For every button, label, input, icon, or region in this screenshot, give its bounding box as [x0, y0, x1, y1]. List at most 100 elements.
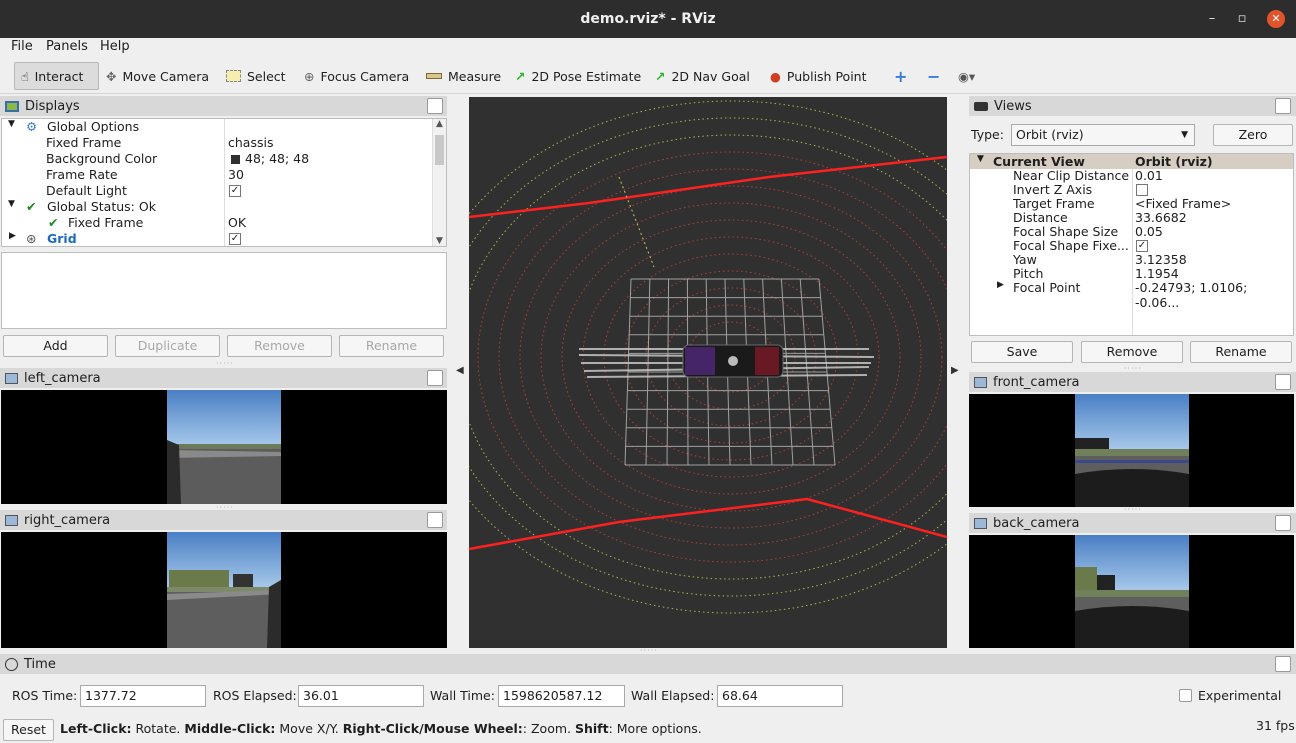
front-camera-float-checkbox[interactable] — [1275, 374, 1291, 390]
front-camera-view[interactable] — [969, 394, 1294, 507]
save-view-button[interactable]: Save — [971, 341, 1073, 363]
zero-button[interactable]: Zero — [1213, 124, 1293, 146]
tree-row-grid[interactable]: ▶ ⊛ Grid ✓ — [2, 231, 446, 247]
collapsed-icon[interactable]: ▶ — [9, 231, 16, 241]
displays-description-box — [1, 252, 447, 329]
row-value[interactable]: 0.01 — [1135, 168, 1163, 183]
wall-elapsed-field[interactable]: 68.64 — [717, 685, 843, 707]
tree-row-default-light[interactable]: Default Light ✓ — [2, 183, 446, 199]
expand-icon[interactable]: ▼ — [977, 154, 984, 164]
publish-point-tool[interactable]: ● Publish Point — [764, 62, 873, 90]
pose-estimate-label: 2D Pose Estimate — [531, 68, 642, 84]
right-camera-view[interactable] — [1, 532, 447, 648]
row-value[interactable]: chassis — [228, 135, 273, 150]
focus-camera-tool[interactable]: ⊕ Focus Camera — [298, 62, 415, 90]
tree-row-fixed-frame[interactable]: Fixed Frame chassis — [2, 135, 446, 151]
time-float-checkbox[interactable] — [1275, 656, 1291, 672]
row-value[interactable]: 33.6682 — [1135, 210, 1187, 225]
row-key: Background Color — [46, 151, 158, 166]
right-camera-float-checkbox[interactable] — [427, 512, 443, 528]
collapse-right-icon[interactable]: ▶ — [951, 365, 959, 376]
back-camera-view[interactable] — [969, 535, 1294, 648]
views-float-checkbox[interactable] — [1275, 98, 1291, 114]
add-display-button[interactable]: Add — [3, 335, 108, 357]
move-camera-tool[interactable]: ✥ Move Camera — [100, 62, 215, 90]
remove-view-button[interactable]: Remove — [1081, 341, 1183, 363]
remove-display-button[interactable]: Remove — [227, 335, 332, 357]
menu-panels[interactable]: Panels — [46, 39, 88, 54]
front-camera-header: front_camera — [969, 372, 1296, 392]
select-tool[interactable]: Select — [220, 62, 292, 90]
minimize-icon[interactable]: – — [1203, 10, 1221, 28]
row-value[interactable]: 30 — [228, 167, 244, 182]
row-value[interactable]: 48; 48; 48 — [245, 151, 309, 166]
maximize-icon[interactable]: ▫ — [1233, 10, 1251, 28]
tree-row-frame-rate[interactable]: Frame Rate 30 — [2, 167, 446, 183]
expand-icon[interactable]: ▼ — [8, 119, 15, 129]
ros-time-field[interactable]: 1377.72 — [80, 685, 206, 707]
remove-tool-icon[interactable]: − — [921, 62, 946, 90]
row-value[interactable]: <Fixed Frame> — [1135, 196, 1231, 211]
view-type-select[interactable]: Orbit (rviz) ▼ — [1011, 124, 1195, 146]
front-camera-title: front_camera — [993, 374, 1080, 390]
pose-estimate-tool[interactable]: ↗ 2D Pose Estimate — [509, 62, 647, 90]
default-light-checkbox[interactable]: ✓ — [229, 185, 241, 197]
displays-title: Displays — [25, 98, 80, 114]
measure-tool[interactable]: Measure — [420, 62, 507, 90]
rename-display-button[interactable]: Rename — [339, 335, 444, 357]
ros-elapsed-field[interactable]: 36.01 — [298, 685, 424, 707]
right-camera-title: right_camera — [24, 512, 111, 528]
fps-counter: 31 fps — [1256, 718, 1295, 733]
row-key: Fixed Frame — [68, 215, 144, 230]
menu-help[interactable]: Help — [100, 39, 130, 54]
row-value[interactable]: -0.24793; 1.0106; -0.06... — [1135, 280, 1293, 310]
back-camera-float-checkbox[interactable] — [1275, 515, 1291, 531]
views-panel-header: Views — [969, 96, 1296, 116]
row-key: Focal Shape Size — [1013, 224, 1119, 239]
row-value: Orbit (rviz) — [1135, 154, 1213, 169]
focal-fixed-checkbox[interactable]: ✓ — [1136, 240, 1148, 252]
row-value[interactable]: 1.1954 — [1135, 266, 1179, 281]
eye-icon[interactable]: ◉▾ — [952, 62, 981, 90]
render-viewport[interactable] — [469, 97, 947, 648]
collapsed-icon[interactable]: ▶ — [997, 280, 1004, 290]
left-camera-float-checkbox[interactable] — [427, 370, 443, 386]
rename-view-button[interactable]: Rename — [1190, 341, 1292, 363]
collapse-left-icon[interactable]: ◀ — [456, 365, 464, 376]
close-icon[interactable]: ✕ — [1267, 10, 1285, 28]
splitter-handle[interactable]: ····· — [216, 359, 234, 368]
chevron-down-icon: ▼ — [1181, 130, 1188, 140]
tree-row-focal-point[interactable]: ▶ Focal Point -0.24793; 1.0106; -0.06... — [970, 280, 1293, 310]
left-camera-image — [167, 390, 281, 504]
add-tool-icon[interactable]: + — [888, 62, 913, 90]
row-key: Target Frame — [1013, 196, 1095, 211]
menu-file[interactable]: File — [11, 39, 33, 54]
expand-icon[interactable]: ▼ — [8, 199, 15, 209]
grid-enabled-checkbox[interactable]: ✓ — [229, 233, 241, 245]
interact-tool[interactable]: ☝ Interact — [14, 62, 99, 90]
tree-row-global-status[interactable]: ▼ ✔ Global Status: Ok — [2, 199, 446, 215]
focus-icon: ⊕ — [304, 68, 315, 84]
hint-text: Rotate. — [131, 721, 185, 736]
nav-goal-tool[interactable]: ↗ 2D Nav Goal — [649, 62, 756, 90]
tree-row-background-color[interactable]: Background Color 48; 48; 48 — [2, 151, 446, 167]
tree-row-status-fixed-frame[interactable]: ✔ Fixed Frame OK — [2, 215, 446, 231]
duplicate-display-button[interactable]: Duplicate — [115, 335, 220, 357]
toolbar: ☝ Interact ✥ Move Camera Select ⊕ Focus Cam… — [0, 58, 1296, 94]
displays-float-checkbox[interactable] — [427, 98, 443, 114]
nav-goal-label: 2D Nav Goal — [671, 68, 750, 84]
wall-time-field[interactable]: 1598620587.12 — [498, 685, 625, 707]
left-camera-view[interactable] — [1, 390, 447, 504]
grid-icon: ⊛ — [26, 231, 37, 246]
row-value[interactable]: 3.12358 — [1135, 252, 1187, 267]
tree-row-global-options[interactable]: ▼ ⚙ Global Options — [2, 119, 446, 135]
reset-button[interactable]: Reset — [3, 719, 54, 741]
experimental-checkbox[interactable] — [1179, 689, 1192, 702]
row-value[interactable]: 0.05 — [1135, 224, 1163, 239]
time-title: Time — [24, 656, 56, 672]
select-icon — [226, 70, 241, 82]
invert-z-checkbox[interactable] — [1136, 184, 1148, 196]
checkmark-icon: ✔ — [26, 199, 37, 214]
row-key: Default Light — [46, 183, 127, 198]
view-type-label: Type: — [971, 127, 1004, 142]
